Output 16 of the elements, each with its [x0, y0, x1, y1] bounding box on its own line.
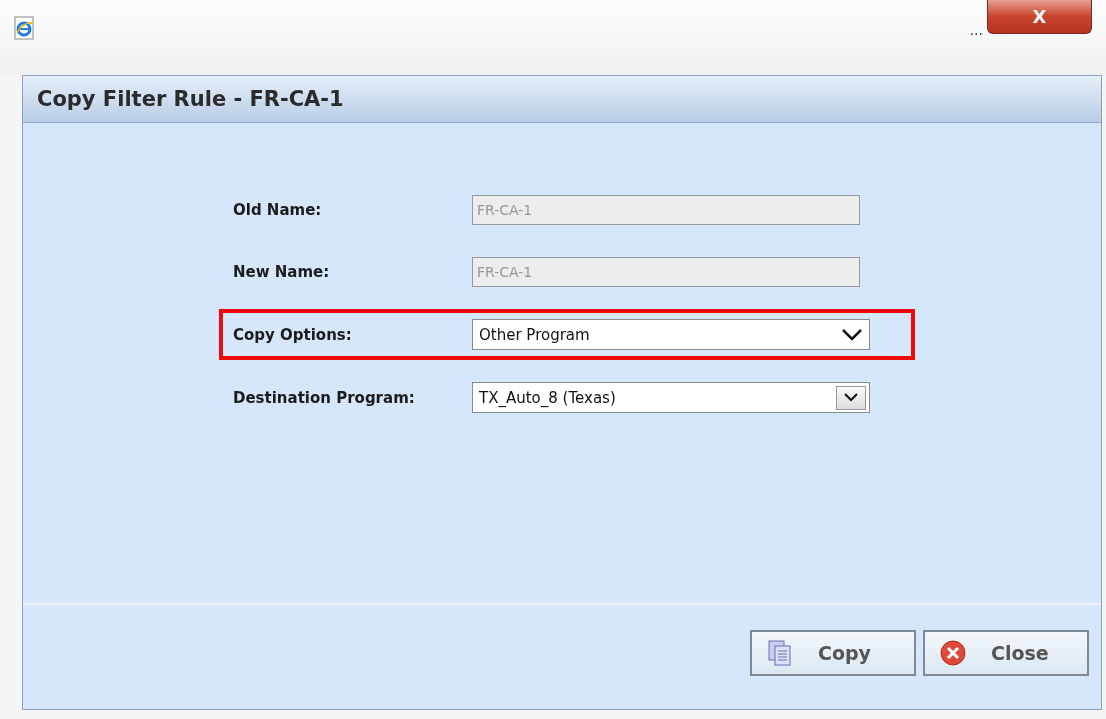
chevron-down-icon	[841, 327, 863, 342]
dialog-title: Copy Filter Rule - FR-CA-1	[37, 87, 344, 111]
close-button[interactable]: X	[987, 0, 1092, 34]
field-label: Copy Options:	[233, 325, 353, 344]
documents-icon	[766, 639, 794, 667]
close-icon	[939, 639, 967, 667]
dropdown-field[interactable]: TX_Auto_8 (Texas)	[472, 382, 870, 413]
field-label: New Name:	[233, 263, 331, 281]
chevron-down-icon	[836, 385, 866, 410]
browser-icon	[14, 16, 36, 40]
field-label: Destination Program:	[233, 388, 416, 407]
field-label: Old Name:	[233, 201, 323, 219]
close-button[interactable]: Close	[923, 630, 1089, 676]
copy-button[interactable]: Copy	[750, 630, 916, 676]
dropdown-field[interactable]: Other Program	[472, 319, 870, 350]
title-ellipsis: ...	[969, 22, 983, 38]
